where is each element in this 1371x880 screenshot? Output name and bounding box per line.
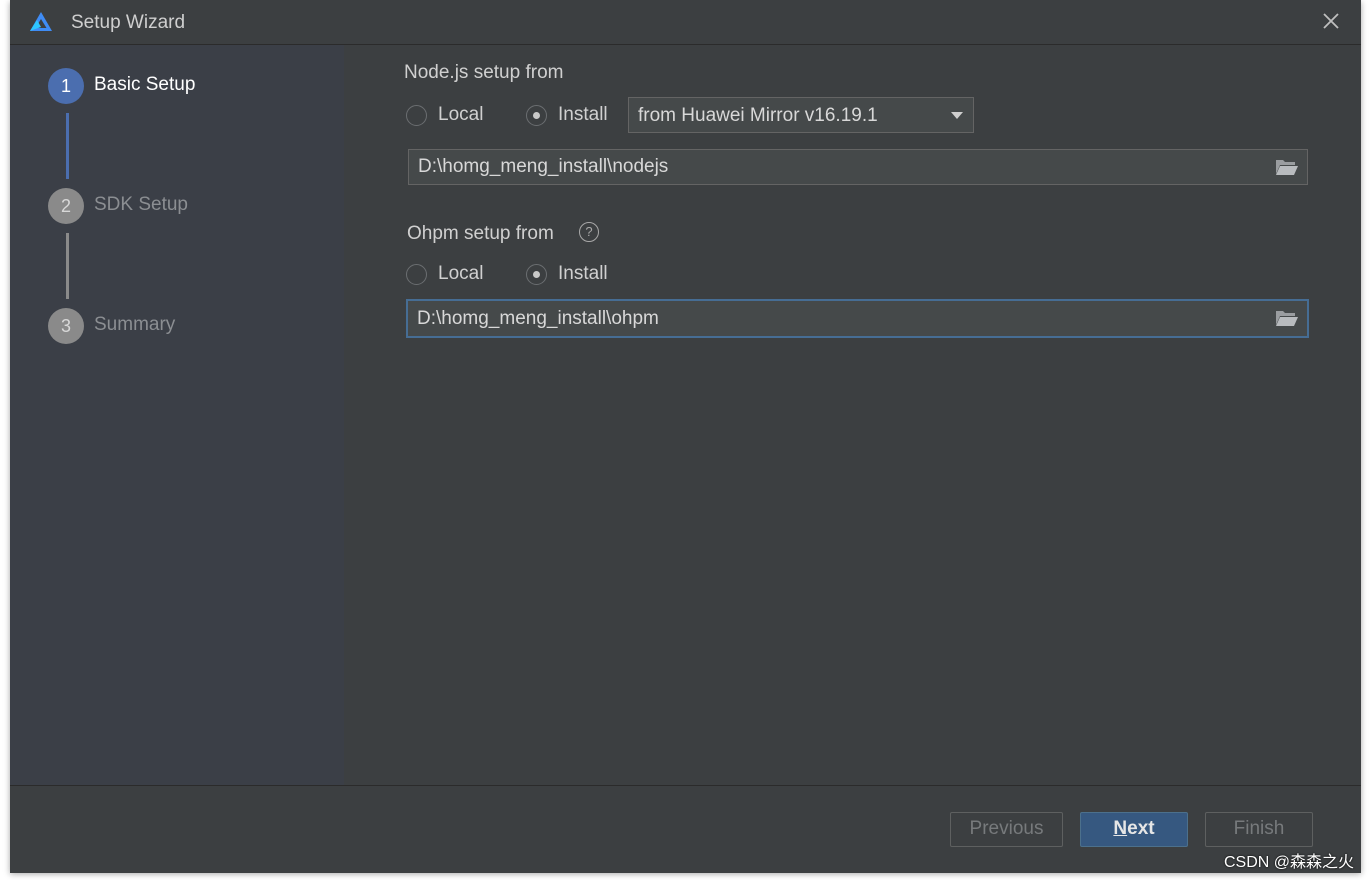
step-label: SDK Setup xyxy=(94,194,188,215)
radio-label: Install xyxy=(558,104,608,125)
dropdown-arrow-icon[interactable] xyxy=(951,112,963,119)
nodejs-install-radio[interactable]: Install xyxy=(526,104,608,126)
step-number: 1 xyxy=(48,68,84,104)
folder-browse-icon[interactable] xyxy=(1275,308,1299,328)
dropdown-value: from Huawei Mirror v16.19.1 xyxy=(638,105,878,126)
step-connector xyxy=(66,233,69,299)
title-bar: Setup Wizard xyxy=(10,0,1361,45)
nodejs-path-value[interactable]: D:\homg_meng_install\nodejs xyxy=(418,156,668,178)
radio-circle[interactable] xyxy=(526,263,547,285)
radio-circle[interactable] xyxy=(406,263,427,285)
help-icon[interactable]: ? xyxy=(579,222,599,242)
footer-bar: Previous Next Finish xyxy=(10,785,1361,873)
deveco-logo-icon xyxy=(30,12,52,31)
previous-button[interactable]: Previous xyxy=(950,812,1063,847)
ohpm-local-radio[interactable]: Local xyxy=(406,263,483,285)
ohpm-path-field[interactable]: D:\homg_meng_install\ohpm xyxy=(406,299,1309,338)
radio-circle[interactable] xyxy=(406,104,427,126)
ohpm-install-radio[interactable]: Install xyxy=(526,263,608,285)
nodejs-setup-label: Node.js setup from xyxy=(404,62,564,83)
step-number: 2 xyxy=(48,188,84,224)
step-connector-active xyxy=(66,113,69,179)
ohpm-setup-label: Ohpm setup from xyxy=(407,223,554,244)
radio-circle[interactable] xyxy=(526,104,547,126)
radio-label: Install xyxy=(558,263,608,284)
radio-label: Local xyxy=(438,263,484,284)
step-label: Basic Setup xyxy=(94,74,196,95)
next-label-rest: ext xyxy=(1127,818,1155,839)
next-button[interactable]: Next xyxy=(1080,812,1188,847)
close-icon[interactable] xyxy=(1319,9,1343,33)
nodejs-local-radio[interactable]: Local xyxy=(406,104,483,126)
radio-selected-dot xyxy=(533,270,540,278)
folder-browse-icon[interactable] xyxy=(1275,157,1299,177)
step-number: 3 xyxy=(48,308,84,344)
watermark-text: CSDN @森森之火 xyxy=(1223,854,1354,871)
window-title: Setup Wizard xyxy=(71,12,186,33)
step-label: Summary xyxy=(94,314,176,335)
setup-wizard-window: Setup Wizard 1 Basic Setup 2 SDK Setup 3… xyxy=(10,0,1361,873)
next-mnemonic: N xyxy=(1113,818,1128,839)
nodejs-source-dropdown[interactable]: from Huawei Mirror v16.19.1 xyxy=(628,97,974,133)
steps-sidebar: 1 Basic Setup 2 SDK Setup 3 Summary xyxy=(10,45,344,785)
radio-selected-dot xyxy=(533,111,540,119)
finish-button[interactable]: Finish xyxy=(1205,812,1313,847)
radio-label: Local xyxy=(438,104,484,125)
nodejs-path-field[interactable]: D:\homg_meng_install\nodejs xyxy=(408,149,1308,185)
ohpm-path-value[interactable]: D:\homg_meng_install\ohpm xyxy=(417,308,659,330)
main-content: Node.js setup from Local Install from Hu… xyxy=(344,45,1361,785)
